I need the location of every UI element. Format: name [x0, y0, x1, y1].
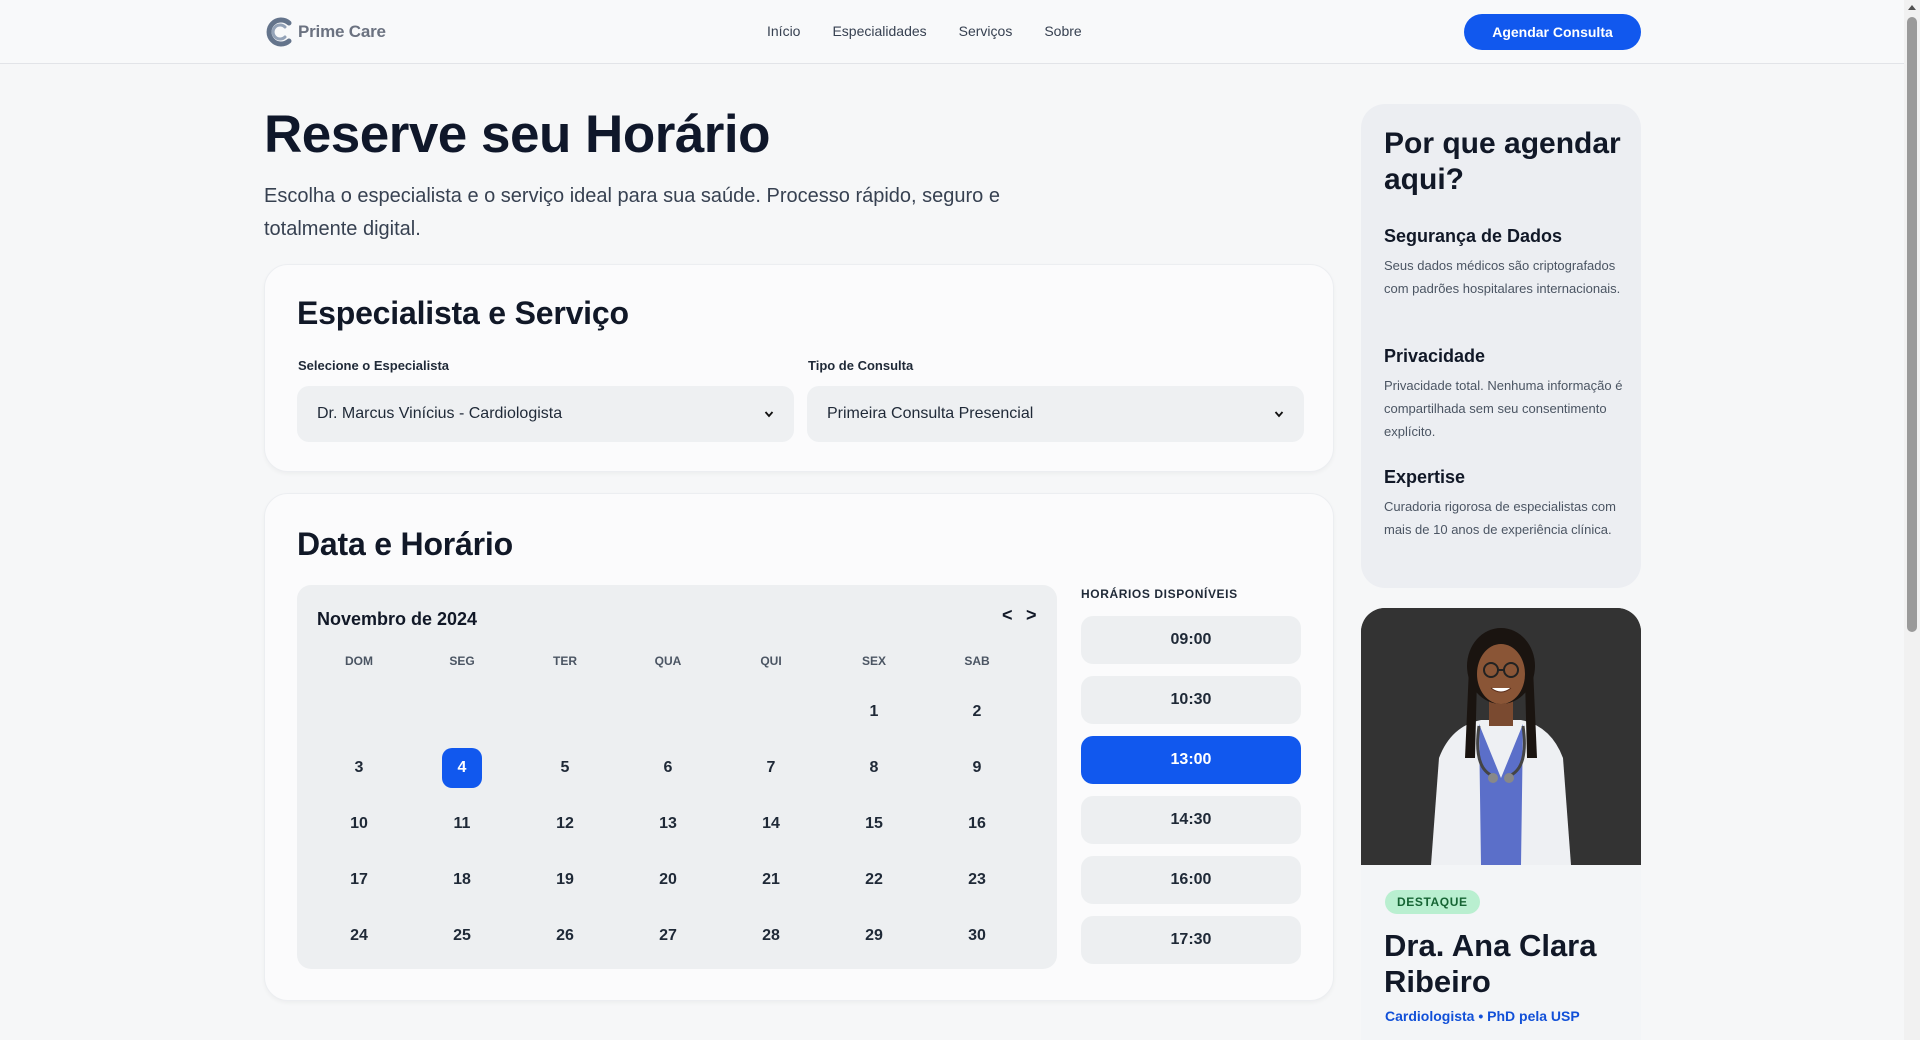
calendar-day[interactable]: 19	[545, 860, 585, 900]
calendar-day[interactable]: 2	[957, 692, 997, 732]
why-book-title: Por que agendar aqui?	[1384, 127, 1621, 196]
calendar-day[interactable]: 16	[957, 804, 997, 844]
calendar-day[interactable]: 29	[854, 916, 894, 956]
calendar-weekday-qui: QUI	[760, 654, 782, 668]
calendar-day[interactable]: 4	[442, 748, 482, 788]
feature-text-security: Seus dados médicos são criptografados co…	[1384, 258, 1621, 296]
calendar-day[interactable]: 17	[339, 860, 379, 900]
calendar-day[interactable]: 18	[442, 860, 482, 900]
available-times-label: HORÁRIOS DISPONÍVEIS	[1081, 587, 1238, 601]
page-title: Reserve seu Horário	[264, 105, 771, 164]
chevron-down-icon	[764, 411, 774, 418]
specialist-select[interactable]: Dr. Marcus Vinícius - Cardiologista	[297, 386, 794, 442]
featured-doctor-card[interactable]: DESTAQUE Dra. Ana Clara Ribeiro Cardiolo…	[1361, 608, 1641, 1040]
calendar-day[interactable]: 20	[648, 860, 688, 900]
calendar-day[interactable]: 13	[648, 804, 688, 844]
featured-badge: DESTAQUE	[1385, 890, 1480, 914]
calendar-prev-button[interactable]: <	[1002, 605, 1013, 626]
calendar: Novembro de 2024 < > DOM SEG TER QUA QUI SEX S…	[297, 585, 1057, 969]
calendar-day[interactable]: 15	[854, 804, 894, 844]
feature-heading-expertise: Expertise	[1384, 467, 1466, 487]
brand-name: Prime Care	[298, 22, 386, 41]
specialist-service-card: Especialista e Serviço Selecione o Espec…	[264, 264, 1334, 472]
feature-text-expertise: Curadoria rigorosa de especialistas com …	[1384, 499, 1616, 537]
brand-logo[interactable]: Prime Care	[265, 15, 386, 49]
calendar-day[interactable]: 22	[854, 860, 894, 900]
consultation-type-value: Primeira Consulta Presencial	[827, 405, 1034, 422]
calendar-day[interactable]: 23	[957, 860, 997, 900]
why-book-card: Por que agendar aqui? Segurança de Dados…	[1361, 104, 1641, 588]
calendar-day[interactable]: 21	[751, 860, 791, 900]
schedule-appointment-button[interactable]: Agendar Consulta	[1464, 14, 1641, 50]
doctor-portrait-icon	[1361, 608, 1641, 865]
calendar-next-button[interactable]: >	[1026, 605, 1037, 626]
calendar-weekday-dom: DOM	[345, 654, 373, 668]
feature-text-privacy: Privacidade total. Nenhuma informação é …	[1384, 378, 1623, 439]
calendar-day[interactable]: 8	[854, 748, 894, 788]
scroll-thumb[interactable]	[1907, 17, 1917, 632]
page-scrollbar[interactable]	[1904, 0, 1920, 1040]
nav-link-servicos[interactable]: Serviços	[959, 23, 1013, 39]
time-slot[interactable]: 14:30	[1081, 796, 1301, 844]
nav-link-sobre[interactable]: Sobre	[1044, 23, 1081, 39]
calendar-day[interactable]: 6	[648, 748, 688, 788]
calendar-weekday-sab: SAB	[964, 654, 990, 668]
calendar-day[interactable]: 25	[442, 916, 482, 956]
time-slot[interactable]: 13:00	[1081, 736, 1301, 784]
calendar-day[interactable]: 12	[545, 804, 585, 844]
logo-c-icon	[266, 17, 292, 47]
calendar-day[interactable]: 7	[751, 748, 791, 788]
feature-heading-privacy: Privacidade	[1384, 346, 1486, 366]
calendar-day[interactable]: 26	[545, 916, 585, 956]
specialist-select-value: Dr. Marcus Vinícius - Cardiologista	[317, 405, 563, 422]
time-slot[interactable]: 17:30	[1081, 916, 1301, 964]
date-time-card-title: Data e Horário	[297, 526, 513, 562]
specialist-card-title: Especialista e Serviço	[297, 295, 629, 331]
calendar-day[interactable]: 9	[957, 748, 997, 788]
consultation-type-label: Tipo de Consulta	[808, 358, 914, 373]
calendar-day[interactable]: 24	[339, 916, 379, 956]
calendar-day[interactable]: 10	[339, 804, 379, 844]
calendar-weekday-qua: QUA	[654, 654, 682, 668]
feature-heading-security: Segurança de Dados	[1384, 226, 1563, 246]
calendar-day[interactable]: 3	[339, 748, 379, 788]
consultation-type-select[interactable]: Primeira Consulta Presencial	[807, 386, 1304, 442]
main-nav: Início Especialidades Serviços Sobre	[767, 23, 1082, 39]
doctor-specialty: Cardiologista • PhD pela USP	[1385, 1008, 1580, 1024]
doctor-name: Dra. Ana Clara Ribeiro	[1384, 928, 1597, 999]
calendar-day[interactable]: 11	[442, 804, 482, 844]
calendar-day[interactable]: 14	[751, 804, 791, 844]
calendar-weekday-seg: SEG	[449, 654, 475, 668]
page-subtitle: Escolha o especialista e o serviço ideal…	[264, 185, 1000, 240]
chevron-down-icon	[1274, 411, 1284, 418]
time-slot[interactable]: 09:00	[1081, 616, 1301, 664]
time-slot[interactable]: 10:30	[1081, 676, 1301, 724]
doctor-photo	[1361, 608, 1641, 865]
calendar-weekday-ter: TER	[553, 654, 577, 668]
nav-link-especialidades[interactable]: Especialidades	[832, 23, 926, 39]
calendar-day[interactable]: 1	[854, 692, 894, 732]
calendar-day[interactable]: 28	[751, 916, 791, 956]
calendar-day[interactable]: 30	[957, 916, 997, 956]
calendar-day[interactable]: 27	[648, 916, 688, 956]
specialist-select-label: Selecione o Especialista	[298, 358, 450, 373]
calendar-month: Novembro de 2024	[317, 609, 478, 629]
scroll-up-icon[interactable]	[1908, 5, 1916, 10]
calendar-weekday-sex: SEX	[861, 654, 886, 668]
time-slot[interactable]: 16:00	[1081, 856, 1301, 904]
calendar-day[interactable]: 5	[545, 748, 585, 788]
top-header: Prime Care Início Especialidades Serviço…	[0, 0, 1904, 64]
nav-link-inicio[interactable]: Início	[767, 23, 800, 39]
